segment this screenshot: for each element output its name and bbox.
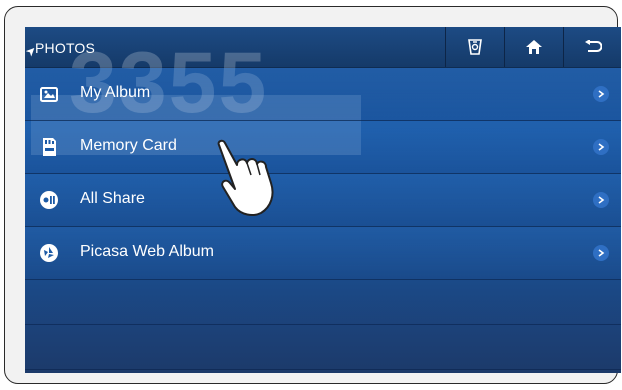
chevron-right-icon[interactable]	[593, 245, 609, 261]
picasa-icon	[38, 242, 60, 264]
back-icon	[585, 40, 602, 52]
list-item-label: My Album	[80, 84, 151, 101]
list-item-label: All Share	[80, 190, 145, 207]
screen: ➤ PHOTOS My Album Memory Card All Share …	[25, 27, 621, 373]
empty-row	[25, 325, 621, 370]
media-mode-icon	[468, 39, 482, 55]
list-item-label: Memory Card	[80, 137, 177, 154]
pointing-hand-icon	[215, 139, 277, 222]
home-button[interactable]	[504, 27, 563, 67]
list-item-memory-card[interactable]: Memory Card	[25, 121, 621, 174]
chevron-right-icon[interactable]	[593, 86, 609, 102]
page-title: PHOTOS	[35, 40, 96, 56]
media-mode-button[interactable]	[445, 27, 504, 67]
chevron-right-icon[interactable]	[593, 192, 609, 208]
memory-card-icon	[38, 136, 60, 158]
back-button[interactable]	[563, 27, 621, 67]
top-bar: ➤ PHOTOS	[25, 27, 621, 68]
list-item-label: Picasa Web Album	[80, 243, 214, 260]
empty-row	[25, 280, 621, 325]
list-item-all-share[interactable]: All Share	[25, 174, 621, 227]
device-frame: ➤ PHOTOS My Album Memory Card All Share …	[4, 6, 621, 384]
list-item-my-album[interactable]: My Album	[25, 68, 621, 121]
allshare-icon	[38, 189, 60, 211]
home-icon	[526, 40, 542, 54]
list-item-picasa-web-album[interactable]: Picasa Web Album	[25, 227, 621, 280]
chevron-right-icon[interactable]	[593, 139, 609, 155]
album-icon	[38, 83, 60, 105]
